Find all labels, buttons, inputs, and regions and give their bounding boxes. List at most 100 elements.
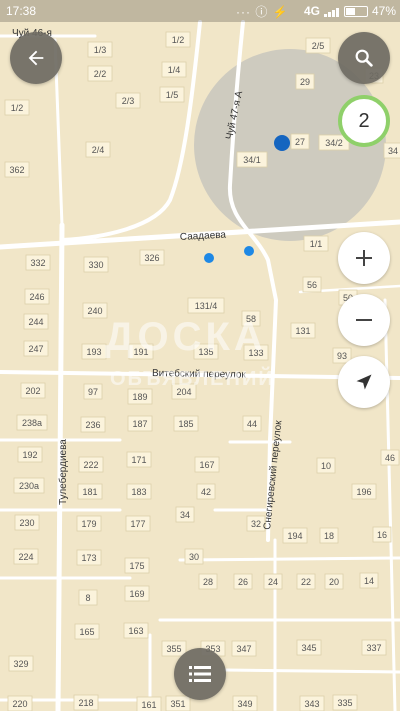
house-number: 202 bbox=[25, 386, 40, 396]
house-number: 175 bbox=[129, 561, 144, 571]
ad-marker[interactable] bbox=[244, 246, 254, 256]
house-number-label: 337 bbox=[361, 639, 387, 656]
house-number: 34/2 bbox=[325, 138, 343, 148]
house-number-label: 362 bbox=[4, 161, 30, 178]
house-number: 330 bbox=[88, 260, 103, 270]
house-number: 247 bbox=[28, 344, 43, 354]
map-canvas[interactable]: 1/2 1/2 1/3 1/4 1/5 2/2 2/3 2/4 2/5 2 329 27 34/1 34/… bbox=[0, 0, 400, 711]
house-number: 93 bbox=[337, 351, 347, 361]
house-number-label: 196 bbox=[351, 483, 377, 500]
marker-cluster-count[interactable]: 2 bbox=[338, 95, 390, 147]
list-view-button[interactable] bbox=[174, 648, 226, 700]
house-number: 29 bbox=[300, 77, 310, 87]
house-number: 349 bbox=[237, 699, 252, 709]
signal-icon bbox=[324, 6, 340, 20]
house-number: 2/4 bbox=[92, 145, 105, 155]
house-number-label: 351 bbox=[165, 695, 191, 711]
house-number-label: 1/2 bbox=[4, 99, 30, 116]
zoom-out-button[interactable] bbox=[338, 294, 390, 346]
house-number: 171 bbox=[131, 455, 146, 465]
house-number: 222 bbox=[83, 460, 98, 470]
house-number-label: 329 bbox=[8, 655, 34, 672]
house-number-label: 28 bbox=[198, 573, 218, 590]
house-number: 185 bbox=[178, 419, 193, 429]
house-number: 193 bbox=[86, 347, 101, 357]
house-number-label: 183 bbox=[126, 483, 152, 500]
house-number-label: 240 bbox=[82, 302, 108, 319]
house-number-label: 8 bbox=[78, 589, 98, 606]
house-number: 22 bbox=[301, 577, 311, 587]
battery-icon bbox=[344, 6, 368, 17]
zoom-in-button[interactable] bbox=[338, 232, 390, 284]
house-number: 161 bbox=[141, 700, 156, 710]
house-number: 220 bbox=[12, 699, 27, 709]
house-number: 46 bbox=[385, 453, 395, 463]
house-number-label: 2/3 bbox=[115, 92, 141, 109]
house-number-label: 169 bbox=[124, 585, 150, 602]
house-number: 218 bbox=[78, 698, 93, 708]
house-number: 26 bbox=[238, 577, 248, 587]
house-number: 18 bbox=[324, 531, 334, 541]
house-number: 236 bbox=[85, 420, 100, 430]
house-number: 169 bbox=[129, 589, 144, 599]
house-number-label: 14 bbox=[359, 572, 379, 589]
house-number-label: 179 bbox=[76, 515, 102, 532]
house-number-label: 34 bbox=[383, 142, 400, 159]
house-number: 179 bbox=[81, 519, 96, 529]
house-number: 196 bbox=[356, 487, 371, 497]
house-number-label: 326 bbox=[139, 249, 165, 266]
house-number: 2/5 bbox=[312, 41, 325, 51]
house-number: 326 bbox=[144, 253, 159, 263]
house-number: 238а bbox=[22, 418, 42, 428]
house-number-label: 222 bbox=[78, 456, 104, 473]
house-number-label: 349 bbox=[232, 695, 258, 711]
house-number-label: 34/1 bbox=[236, 151, 268, 168]
house-number: 244 bbox=[28, 317, 43, 327]
house-number-label: 189 bbox=[127, 388, 153, 405]
battery-percent: 47% bbox=[372, 4, 397, 18]
ad-marker[interactable] bbox=[204, 253, 214, 263]
house-number-label: 131 bbox=[290, 322, 316, 339]
house-number-label: 56 bbox=[302, 276, 322, 293]
house-number: 1/2 bbox=[172, 35, 185, 45]
house-number: 16 bbox=[377, 530, 387, 540]
house-number: 329 bbox=[13, 659, 28, 669]
house-number: 32 bbox=[251, 519, 261, 529]
house-number: 189 bbox=[132, 392, 147, 402]
my-location-button[interactable] bbox=[338, 356, 390, 408]
house-number: 343 bbox=[304, 699, 319, 709]
house-number-label: 1/4 bbox=[161, 61, 187, 78]
house-number: 224 bbox=[18, 552, 33, 562]
house-number-label: 1/5 bbox=[159, 86, 185, 103]
search-button[interactable] bbox=[338, 32, 390, 84]
house-number-label: 202 bbox=[20, 382, 46, 399]
house-number: 44 bbox=[247, 419, 257, 429]
watermark-line1: ДОСКА bbox=[105, 315, 267, 359]
house-number: 2/2 bbox=[94, 69, 107, 79]
network-type: 4G bbox=[304, 4, 321, 18]
house-number-label: 24 bbox=[263, 573, 283, 590]
navigation-arrow-icon bbox=[356, 374, 372, 390]
status-time: 17:38 bbox=[6, 4, 37, 18]
house-number: 2/3 bbox=[122, 96, 135, 106]
house-number-label: 332 bbox=[25, 254, 51, 271]
house-number-label: 236 bbox=[80, 416, 106, 433]
house-number-label: 22 bbox=[296, 573, 316, 590]
search-icon bbox=[355, 49, 373, 67]
house-number-label: 181 bbox=[77, 483, 103, 500]
house-number: 20 bbox=[329, 577, 339, 587]
house-number-label: 27 bbox=[290, 133, 310, 150]
house-number: 246 bbox=[29, 292, 44, 302]
back-button[interactable] bbox=[10, 32, 62, 84]
house-number: 1/4 bbox=[168, 65, 181, 75]
house-number-label: 1/1 bbox=[303, 235, 329, 252]
house-number: 337 bbox=[366, 643, 381, 653]
house-number: 165 bbox=[79, 627, 94, 637]
house-number: 1/2 bbox=[11, 103, 24, 113]
ad-marker[interactable] bbox=[274, 135, 290, 151]
house-number: 28 bbox=[203, 577, 213, 587]
house-number-label: 345 bbox=[296, 639, 322, 656]
house-number: 131 bbox=[295, 326, 310, 336]
house-number-label: 42 bbox=[196, 483, 216, 500]
street-label-tuleberdieva: Тулебердиева bbox=[57, 439, 69, 505]
